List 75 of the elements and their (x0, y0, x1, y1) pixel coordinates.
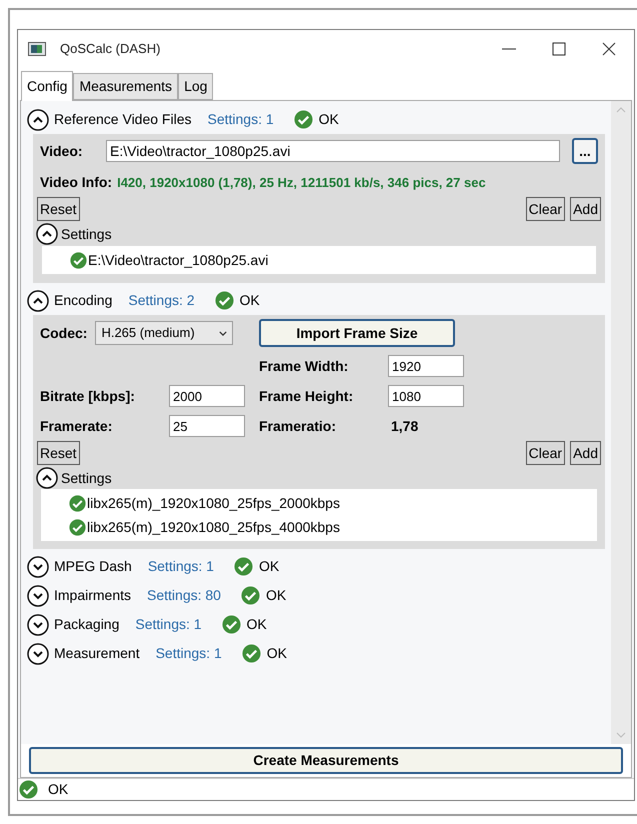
create-measurements-button[interactable]: Create Measurements (29, 747, 623, 774)
section-title: Packaging (54, 615, 120, 634)
codec-dropdown[interactable]: H.265 (medium) (95, 321, 234, 345)
settings-count: Settings: 2 (128, 291, 195, 310)
check-icon (214, 291, 234, 310)
scroll-bar[interactable] (611, 101, 631, 744)
field-label: Video: (40, 142, 84, 160)
field-label: Bitrate [kbps]: (40, 386, 136, 406)
field-label: Frameratio: (259, 416, 338, 436)
collapse-icon[interactable] (27, 108, 49, 130)
status-text: OK (266, 644, 287, 663)
section-title: Reference Video Files (54, 110, 192, 129)
expand-icon[interactable] (27, 556, 49, 578)
section-title: Impairments (54, 586, 132, 605)
section-title: Measurement (54, 644, 140, 663)
section-title: MPEG Dash (54, 557, 132, 576)
expand-icon[interactable] (27, 642, 49, 664)
field-label: Video Info: (40, 173, 112, 192)
field-label: Frame Width: (259, 356, 350, 376)
status-text: OK (246, 615, 267, 634)
check-icon (234, 557, 253, 576)
button[interactable]: Reset (37, 197, 80, 221)
collapse-icon[interactable] (36, 467, 58, 489)
section-title: Encoding (54, 291, 112, 310)
status-text: OK (48, 780, 68, 799)
button[interactable]: Clear (526, 197, 566, 221)
list-item[interactable]: E:\Video\tractor_1080p25.avi (88, 250, 268, 270)
section-label: Settings (61, 468, 112, 488)
button[interactable]: Reset (37, 441, 80, 465)
status-text: OK (240, 291, 260, 310)
caret-icon (219, 330, 228, 336)
collapse-icon[interactable] (27, 290, 49, 312)
expand-icon[interactable] (27, 584, 49, 606)
tab[interactable]: Measurements (73, 73, 178, 100)
button[interactable]: Add (570, 441, 601, 465)
check-icon (222, 615, 241, 634)
section-label: Settings (61, 224, 112, 244)
settings-count: Settings: 1 (207, 110, 274, 129)
field-label: Codec: (40, 324, 88, 342)
settings-count: Settings: 1 (148, 557, 214, 576)
check-icon (242, 644, 261, 663)
import-button[interactable]: Import Frame Size (259, 319, 455, 347)
button[interactable]: Clear (526, 441, 566, 465)
check-icon (69, 494, 86, 512)
collapse-icon[interactable] (36, 223, 58, 245)
field-label: Framerate: (40, 416, 114, 436)
status-text: OK (258, 557, 280, 576)
button[interactable]: Add (570, 197, 601, 221)
close-icon[interactable] (602, 42, 616, 56)
settings-count: Settings: 1 (156, 644, 222, 663)
settings-count: Settings: 80 (147, 586, 221, 605)
status-text: OK (318, 110, 339, 129)
list-item[interactable]: libx265(m)_1920x1080_25fps_2000kbps (87, 492, 340, 514)
settings-count: Settings: 1 (135, 615, 202, 634)
video-info: I420, 1920x1080 (1,78), 25 Hz, 1211501 kb/s, 346 pics, 27 sec (117, 174, 486, 192)
app-icon (28, 42, 46, 56)
check-icon (70, 252, 87, 268)
list-item[interactable]: libx265(m)_1920x1080_25fps_4000kbps (87, 516, 340, 538)
input-field[interactable]: 25 (169, 415, 245, 437)
window-title: QoSCalc (DASH) (60, 40, 160, 58)
check-icon (69, 518, 86, 536)
maximize-icon[interactable] (552, 42, 566, 56)
status-text: OK (266, 586, 286, 605)
tab[interactable]: Log (178, 73, 214, 100)
check-icon (240, 586, 260, 605)
browse-button[interactable]: ... (572, 138, 598, 164)
input-field[interactable]: 1920 (388, 355, 464, 377)
field-label: Frame Height: (259, 386, 354, 406)
input-field[interactable]: E:\Video\tractor_1080p25.avi (106, 140, 560, 162)
tab[interactable]: Config (21, 71, 74, 101)
frameratio-value: 1,78 (390, 416, 420, 436)
check-icon (294, 110, 313, 129)
input-field[interactable]: 2000 (169, 385, 245, 407)
input-field[interactable]: 1080 (388, 385, 464, 407)
expand-icon[interactable] (27, 614, 49, 636)
